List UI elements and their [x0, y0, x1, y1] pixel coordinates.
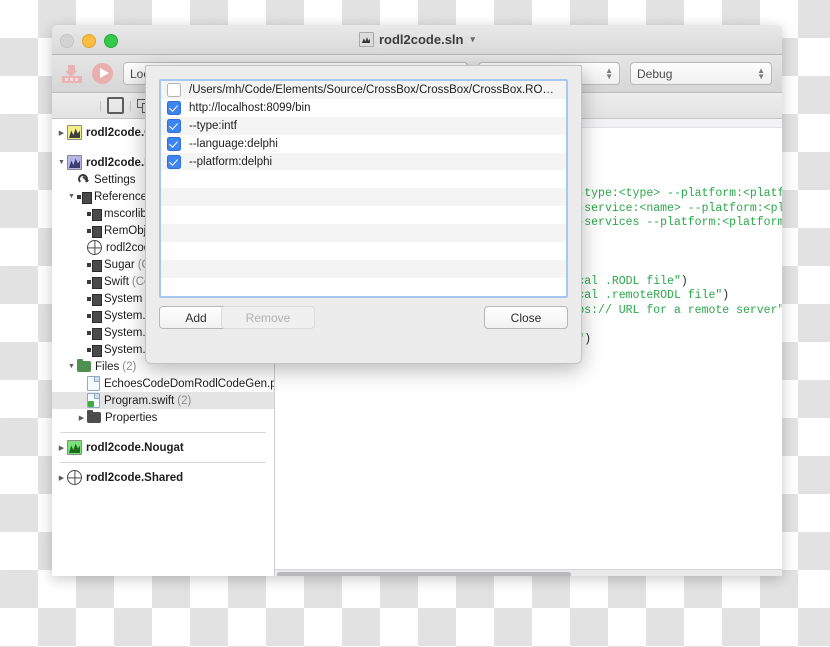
remove-button[interactable]: Remove	[221, 306, 315, 329]
twisty-closed-icon[interactable]: ▶	[56, 444, 67, 452]
window-titlebar: rodl2code.sln ▾	[52, 25, 782, 55]
list-row-empty	[161, 242, 566, 260]
list-item-label: /Users/mh/Code/Elements/Source/CrossBox/…	[189, 83, 559, 96]
list-row-empty	[161, 188, 566, 207]
folder-icon	[77, 359, 91, 372]
list-item[interactable]: --platform:delphi	[161, 152, 566, 171]
twisty-closed-icon[interactable]: ▶	[56, 474, 67, 482]
sidebar-item-label: EchoesCodeDomRodlCodeGen.pas	[104, 377, 275, 390]
list-item-label: --platform:delphi	[189, 155, 273, 168]
twisty-open-icon[interactable]: ▼	[66, 193, 77, 200]
list-item-label: http://localhost:8099/bin	[189, 101, 311, 114]
twisty-open-icon[interactable]: ▼	[66, 363, 77, 370]
sidebar-item-label: Swift	[104, 275, 129, 288]
references-icon	[87, 327, 102, 340]
sidebar-item-label: mscorlib	[104, 207, 147, 220]
sidebar-item-rodl2code-shared[interactable]: ▶ rodl2code.Shared	[52, 469, 274, 486]
list-item[interactable]: http://localhost:8099/bin	[161, 98, 566, 117]
globe-icon	[67, 470, 82, 485]
build-icon[interactable]	[62, 64, 82, 83]
globe-icon	[87, 240, 102, 255]
toolbar-separator: |	[128, 99, 132, 112]
sidebar-item-label: Properties	[105, 411, 158, 424]
file-swift-icon	[87, 393, 100, 408]
stepper-icon: ▲ ▼	[757, 65, 765, 81]
config-combo[interactable]: Debug ▲ ▼	[630, 62, 772, 85]
sidebar-item-label: Files	[95, 360, 120, 373]
list-row-empty	[161, 224, 566, 243]
sidebar-item-label: Sugar	[104, 258, 135, 271]
project-echoes-icon	[67, 155, 82, 170]
list-item-label: --type:intf	[189, 119, 237, 132]
list-item[interactable]: /Users/mh/Code/Elements/Source/CrossBox/…	[161, 81, 566, 99]
folder-icon	[87, 410, 101, 423]
pane-toggle-icon[interactable]	[106, 97, 124, 114]
list-row-empty	[161, 277, 566, 296]
arguments-dialog: /Users/mh/Code/Elements/Source/CrossBox/…	[145, 65, 582, 364]
run-icon[interactable]	[92, 63, 113, 84]
toolbar-separator: |	[99, 99, 102, 112]
references-icon	[87, 208, 102, 221]
sidebar-item-properties[interactable]: ▶ Properties	[52, 409, 274, 426]
checkbox[interactable]	[167, 100, 181, 115]
tree-divider	[60, 462, 266, 463]
sidebar-item-label: Program.swift	[104, 394, 175, 407]
tree-divider	[60, 432, 266, 433]
dialog-buttons: Add Remove Close	[159, 306, 568, 329]
code-token: )	[584, 333, 592, 347]
references-icon	[87, 259, 102, 272]
references-icon	[87, 344, 102, 357]
references-icon	[87, 310, 102, 323]
references-icon	[87, 225, 102, 238]
sidebar-item-label: System	[104, 292, 143, 305]
code-token: )	[680, 274, 688, 288]
list-row-empty	[161, 170, 566, 189]
sidebar-item-label: rodl2code.Shared	[86, 471, 184, 484]
arguments-list[interactable]: /Users/mh/Code/Elements/Source/CrossBox/…	[159, 79, 568, 298]
list-row-empty	[161, 206, 566, 225]
project-icon	[358, 32, 374, 47]
wrench-icon	[77, 173, 90, 186]
editor-horizontal-scrollbar[interactable]	[275, 569, 782, 576]
chevron-down-icon[interactable]: ▾	[471, 34, 476, 45]
list-item[interactable]: --language:delphi	[161, 134, 566, 153]
sidebar-item-note: (2)	[122, 360, 137, 373]
twisty-closed-icon[interactable]: ▶	[56, 129, 67, 137]
checkbox[interactable]	[167, 82, 181, 97]
stepper-icon: ▲ ▼	[605, 65, 613, 81]
code-token: )	[722, 289, 730, 303]
references-icon	[77, 191, 92, 204]
sidebar-item-program-swift[interactable]: Program.swift (2)	[52, 392, 274, 409]
checkbox[interactable]	[167, 118, 181, 133]
sidebar-item-rodl2code-nougat[interactable]: ▶ rodl2code.Nougat	[52, 439, 274, 456]
checkbox[interactable]	[167, 136, 181, 151]
sidebar-item-label: Settings	[94, 173, 136, 186]
checkbox[interactable]	[167, 154, 181, 169]
sidebar-item-label: References	[94, 190, 153, 203]
twisty-closed-icon[interactable]: ▶	[76, 414, 87, 422]
sidebar-item-label: rodl2code.Nougat	[86, 441, 184, 454]
twisty-open-icon[interactable]: ▼	[56, 159, 67, 166]
project-nougat-icon	[67, 440, 82, 455]
list-row-empty	[161, 259, 566, 278]
references-icon	[87, 293, 102, 306]
list-item[interactable]: --type:intf	[161, 116, 566, 135]
project-cooper-icon	[67, 125, 82, 140]
sidebar-item-note: (2)	[177, 394, 192, 407]
references-icon	[87, 276, 102, 289]
scrollbar-thumb[interactable]	[277, 572, 572, 576]
file-icon	[87, 376, 100, 391]
close-button-dialog[interactable]: Close	[484, 306, 568, 329]
sidebar-item-echoescodedomrodlcodegen-pas[interactable]: EchoesCodeDomRodlCodeGen.pas	[52, 375, 274, 392]
list-item-label: --language:delphi	[189, 137, 278, 150]
window-title-area: rodl2code.sln ▾	[52, 25, 782, 54]
page-title: rodl2code.sln	[378, 32, 464, 47]
config-combo-value: Debug	[637, 66, 673, 81]
